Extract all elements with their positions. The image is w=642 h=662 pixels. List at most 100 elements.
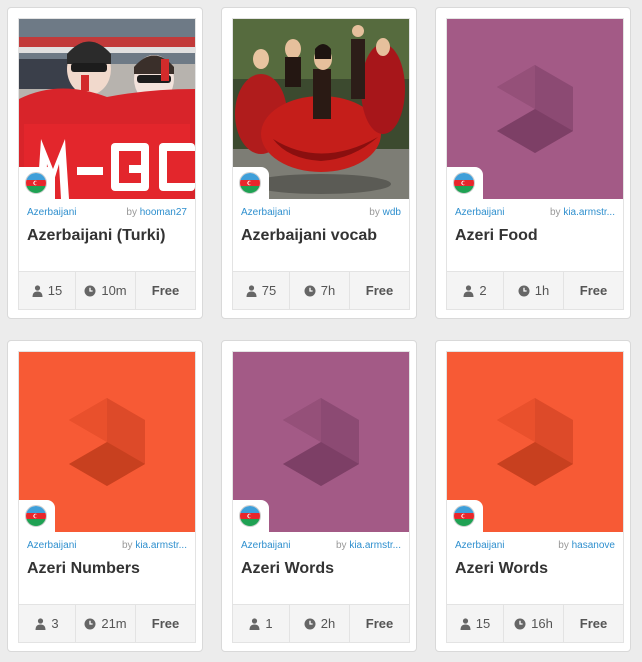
- learner-person-icon: [463, 284, 474, 297]
- course-card[interactable]: Azerbaijani by kia.armstr... Azeri Food …: [435, 7, 631, 319]
- clock-icon: [304, 618, 316, 629]
- course-card-inner[interactable]: Azerbaijani by kia.armstr... Azeri Words…: [232, 351, 410, 643]
- price-label: Free: [151, 616, 180, 631]
- azerbaijan-flag-icon: [239, 172, 261, 194]
- time-value: 10m: [101, 283, 127, 298]
- course-card[interactable]: Azerbaijani by kia.armstr... Azeri Words…: [221, 340, 417, 652]
- price-label: Free: [579, 616, 608, 631]
- author-line: by kia.armstr...: [550, 207, 615, 218]
- author-line: by kia.armstr...: [336, 540, 401, 551]
- flag-badge: [19, 167, 55, 199]
- learner-person-icon: [32, 284, 43, 297]
- course-thumbnail[interactable]: [233, 352, 409, 532]
- course-stats: 2 1h Free: [447, 271, 623, 309]
- author-by-label: by: [369, 207, 380, 218]
- course-thumbnail[interactable]: [233, 19, 409, 199]
- course-stats: 15 16h Free: [447, 604, 623, 642]
- course-thumbnail[interactable]: [447, 352, 623, 532]
- learner-person-icon: [249, 617, 260, 630]
- learners-count: 3: [19, 605, 76, 642]
- learners-count: 75: [233, 272, 290, 309]
- time-estimate: 16h: [504, 605, 564, 642]
- learners-count: 1: [233, 605, 290, 642]
- course-meta: Azerbaijani by wdb: [241, 207, 401, 221]
- azerbaijan-flag-icon: [25, 172, 47, 194]
- course-title[interactable]: Azerbaijani (Turki): [27, 227, 189, 245]
- course-grid: Azerbaijani by hooman27 Azerbaijani (Tur…: [0, 0, 642, 662]
- author-line: by kia.armstr...: [122, 540, 187, 551]
- course-title[interactable]: Azeri Words: [241, 560, 403, 578]
- language-link[interactable]: Azerbaijani: [241, 540, 290, 551]
- time-value: 1h: [534, 283, 550, 298]
- author-link[interactable]: kia.armstr...: [563, 207, 615, 218]
- learners-value: 2: [479, 283, 487, 298]
- azerbaijan-flag-icon: [25, 505, 47, 527]
- learner-person-icon: [460, 617, 471, 630]
- author-by-label: by: [335, 540, 347, 551]
- learners-value: 1: [265, 616, 273, 631]
- course-title[interactable]: Azerbaijani vocab: [241, 227, 403, 245]
- price-label: Free: [365, 616, 394, 631]
- flag-badge: [19, 500, 55, 532]
- author-by-label: by: [558, 540, 569, 551]
- flag-badge: [447, 500, 483, 532]
- price-label: Free: [365, 283, 394, 298]
- learners-value: 75: [261, 283, 277, 298]
- course-meta: Azerbaijani by kia.armstr...: [27, 540, 187, 554]
- course-card[interactable]: Azerbaijani by hasanove Azeri Words 15 1…: [435, 340, 631, 652]
- learners-count: 15: [447, 605, 504, 642]
- flag-badge: [447, 167, 483, 199]
- time-value: 16h: [531, 616, 553, 631]
- learners-value: 3: [51, 616, 59, 631]
- time-estimate: 2h: [290, 605, 350, 642]
- azerbaijan-flag-icon: [453, 505, 475, 527]
- author-line: by hasanove: [558, 540, 615, 551]
- author-by-label: by: [121, 540, 133, 551]
- course-title[interactable]: Azeri Numbers: [27, 560, 189, 578]
- flag-badge: [233, 500, 269, 532]
- learners-count: 15: [19, 272, 76, 309]
- course-card-inner[interactable]: Azerbaijani by hasanove Azeri Words 15 1…: [446, 351, 624, 643]
- author-link[interactable]: kia.armstr...: [135, 540, 187, 551]
- course-title[interactable]: Azeri Food: [455, 227, 617, 245]
- course-meta: Azerbaijani by kia.armstr...: [241, 540, 401, 554]
- language-link[interactable]: Azerbaijani: [27, 540, 76, 551]
- learner-person-icon: [35, 617, 46, 630]
- course-thumbnail[interactable]: [19, 19, 195, 199]
- course-meta: Azerbaijani by hasanove: [455, 540, 615, 554]
- course-meta: Azerbaijani by kia.armstr...: [455, 207, 615, 221]
- course-meta: Azerbaijani by hooman27: [27, 207, 187, 221]
- learners-count: 2: [447, 272, 504, 309]
- course-thumbnail[interactable]: [19, 352, 195, 532]
- course-card-inner[interactable]: Azerbaijani by wdb Azerbaijani vocab 75 …: [232, 18, 410, 310]
- course-stats: 3 21m Free: [19, 604, 195, 642]
- author-link[interactable]: hasanove: [572, 540, 615, 551]
- author-link[interactable]: hooman27: [140, 207, 187, 218]
- language-link[interactable]: Azerbaijani: [241, 207, 290, 218]
- course-card-inner[interactable]: Azerbaijani by hooman27 Azerbaijani (Tur…: [18, 18, 196, 310]
- course-card-inner[interactable]: Azerbaijani by kia.armstr... Azeri Numbe…: [18, 351, 196, 643]
- clock-icon: [518, 285, 530, 296]
- time-value: 21m: [101, 616, 127, 631]
- course-card[interactable]: Azerbaijani by hooman27 Azerbaijani (Tur…: [7, 7, 203, 319]
- clock-icon: [84, 285, 96, 296]
- clock-icon: [514, 618, 526, 629]
- azerbaijan-flag-icon: [239, 505, 261, 527]
- time-value: 7h: [320, 283, 336, 298]
- author-line: by wdb: [369, 207, 401, 218]
- course-card-inner[interactable]: Azerbaijani by kia.armstr... Azeri Food …: [446, 18, 624, 310]
- author-by-label: by: [549, 207, 561, 218]
- course-card[interactable]: Azerbaijani by wdb Azerbaijani vocab 75 …: [221, 7, 417, 319]
- course-thumbnail[interactable]: [447, 19, 623, 199]
- language-link[interactable]: Azerbaijani: [455, 207, 504, 218]
- author-link[interactable]: wdb: [383, 207, 401, 218]
- author-link[interactable]: kia.armstr...: [349, 540, 401, 551]
- language-link[interactable]: Azerbaijani: [27, 207, 76, 218]
- language-link[interactable]: Azerbaijani: [455, 540, 504, 551]
- course-title[interactable]: Azeri Words: [455, 560, 617, 578]
- clock-icon: [304, 285, 316, 296]
- flag-badge: [233, 167, 269, 199]
- course-card[interactable]: Azerbaijani by kia.armstr... Azeri Numbe…: [7, 340, 203, 652]
- author-by-label: by: [126, 207, 137, 218]
- price-label: Free: [579, 283, 608, 298]
